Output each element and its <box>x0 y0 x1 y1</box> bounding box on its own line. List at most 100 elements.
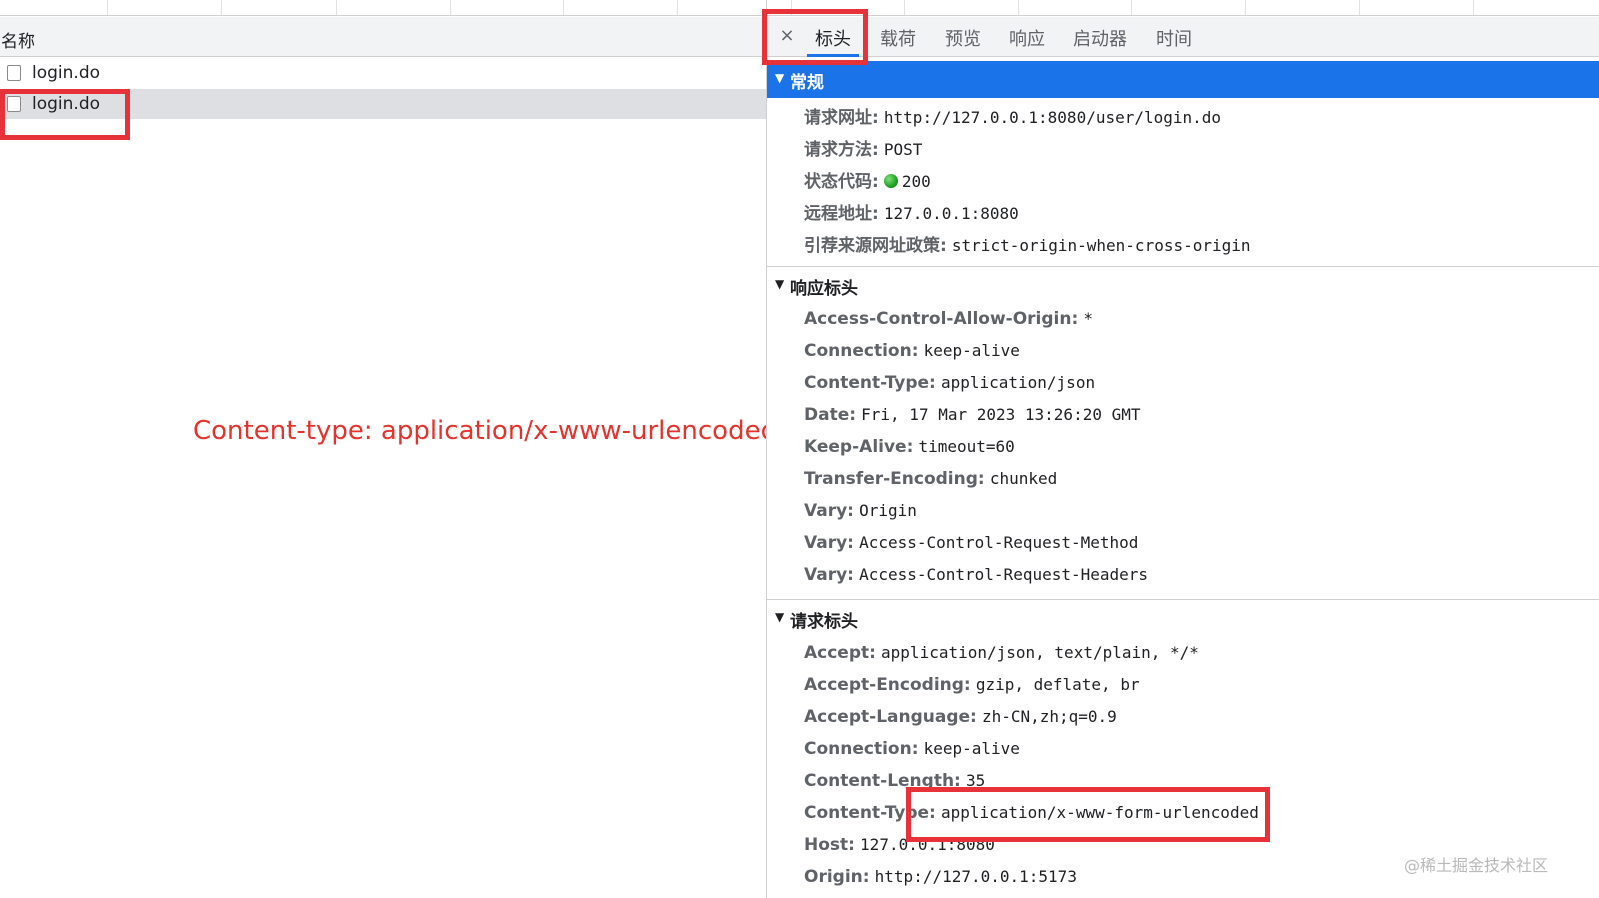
active-tab-indicator <box>807 54 859 57</box>
timeline-tick <box>1131 0 1132 15</box>
tab-initiator[interactable]: 启动器 <box>1073 25 1127 51</box>
document-icon <box>7 65 21 81</box>
header-key: Content-Type: <box>804 373 936 393</box>
header-key: 引荐来源网址政策: <box>804 236 947 256</box>
tab-response[interactable]: 响应 <box>1009 25 1045 51</box>
header-value[interactable]: keep-alive <box>924 739 1020 758</box>
timeline-tick <box>107 0 108 15</box>
response-header-row: Transfer-Encoding: chunked <box>804 469 1057 495</box>
caret-down-icon: ▼ <box>775 610 785 624</box>
watermark: @稀土掘金技术社区 <box>1404 856 1549 875</box>
timeline-tick <box>1018 0 1019 15</box>
request-details-panel: × 标头 载荷 预览 响应 启动器 时间 ▼ 常规 请求网址: http://1… <box>767 0 1599 898</box>
header-key: Vary: <box>804 501 854 521</box>
request-name: login.do <box>32 94 101 114</box>
request-header-row: Accept-Language: zh-CN,zh;q=0.9 <box>804 707 1117 733</box>
header-key: Host: <box>804 835 855 855</box>
request-name: login.do <box>32 63 101 83</box>
section-general-header[interactable]: ▼ 常规 <box>767 61 1599 98</box>
request-row-selected[interactable]: login.do <box>0 89 766 119</box>
header-value[interactable]: keep-alive <box>924 341 1020 360</box>
caret-down-icon: ▼ <box>775 277 785 291</box>
section-title: 常规 <box>790 73 824 93</box>
request-header-row: Connection: keep-alive <box>804 739 1020 765</box>
section-request-headers-header[interactable]: ▼ 请求标头 <box>767 599 1599 636</box>
header-key: Connection: <box>804 739 919 759</box>
header-value[interactable]: timeout=60 <box>918 437 1014 456</box>
header-value[interactable]: 200 <box>902 172 931 191</box>
header-value[interactable]: POST <box>884 140 923 159</box>
header-value[interactable]: 35 <box>966 771 985 790</box>
tab-timing[interactable]: 时间 <box>1156 25 1192 51</box>
timeline-tick <box>221 0 222 15</box>
header-key: 请求网址: <box>804 108 879 128</box>
header-value[interactable]: Origin <box>859 501 917 520</box>
header-value[interactable]: gzip, deflate, br <box>976 675 1140 694</box>
caret-down-icon: ▼ <box>775 71 785 85</box>
header-value[interactable]: http://127.0.0.1:8080/user/login.do <box>884 108 1221 127</box>
header-key: 请求方法: <box>804 140 879 160</box>
general-row: 引荐来源网址政策: strict-origin-when-cross-origi… <box>804 231 1251 257</box>
tab-headers[interactable]: 标头 <box>815 25 851 51</box>
tab-payload[interactable]: 载荷 <box>880 25 916 51</box>
header-value[interactable]: application/x-www-form-urlencoded <box>941 803 1259 822</box>
header-key: Accept-Language: <box>804 707 977 727</box>
header-value[interactable]: * <box>1083 309 1093 328</box>
timeline-overview <box>767 0 1599 16</box>
header-value[interactable]: zh-CN,zh;q=0.9 <box>982 707 1117 726</box>
document-icon <box>7 96 21 112</box>
general-row: 请求网址: http://127.0.0.1:8080/user/login.d… <box>804 103 1221 129</box>
header-key: Accept: <box>804 643 876 663</box>
timeline-tick <box>450 0 451 15</box>
header-value[interactable]: 127.0.0.1:8080 <box>884 204 1019 223</box>
header-value[interactable]: application/json, text/plain, */* <box>881 643 1199 662</box>
header-key: Origin: <box>804 867 870 887</box>
header-value[interactable]: chunked <box>990 469 1057 488</box>
timeline-tick <box>563 0 564 15</box>
request-header-row: Content-Length: 35 <box>804 771 985 797</box>
header-value[interactable]: Fri, 17 Mar 2023 13:26:20 GMT <box>861 405 1140 424</box>
header-value[interactable]: strict-origin-when-cross-origin <box>952 236 1251 255</box>
header-key: Content-Type: <box>804 803 936 823</box>
timeline-tick <box>1359 0 1360 15</box>
response-header-row: Connection: keep-alive <box>804 341 1020 367</box>
header-key: 远程地址: <box>804 204 879 224</box>
header-key: Vary: <box>804 565 854 585</box>
requests-panel: 名称 login.do login.do Content-type: appli… <box>0 0 777 898</box>
header-key: Access-Control-Allow-Origin: <box>804 309 1079 329</box>
header-key: Content-Length: <box>804 771 961 791</box>
general-row: 请求方法: POST <box>804 135 922 161</box>
timeline-tick <box>791 0 792 15</box>
response-header-row: Vary: Access-Control-Request-Headers <box>804 565 1148 591</box>
response-header-row: Access-Control-Allow-Origin: * <box>804 309 1093 335</box>
request-header-row: Content-Type: application/x-www-form-url… <box>804 803 1259 829</box>
request-header-row: Host: 127.0.0.1:8080 <box>804 835 995 861</box>
timeline-tick <box>336 0 337 15</box>
header-key: Vary: <box>804 533 854 553</box>
section-response-headers-header[interactable]: ▼ 响应标头 <box>767 266 1599 303</box>
header-key: Transfer-Encoding: <box>804 469 985 489</box>
name-column-header[interactable]: 名称 <box>0 17 766 57</box>
tab-preview[interactable]: 预览 <box>945 25 981 51</box>
response-header-row: Date: Fri, 17 Mar 2023 13:26:20 GMT <box>804 405 1141 431</box>
request-header-row: Origin: http://127.0.0.1:5173 <box>804 867 1077 893</box>
header-value[interactable]: Access-Control-Request-Headers <box>859 565 1148 584</box>
request-row[interactable]: login.do <box>0 58 766 88</box>
name-column-label: 名称 <box>1 32 35 52</box>
header-key: Connection: <box>804 341 919 361</box>
close-icon[interactable]: × <box>777 25 797 47</box>
response-header-row: Vary: Origin <box>804 501 917 527</box>
response-header-row: Vary: Access-Control-Request-Method <box>804 533 1138 559</box>
request-header-row: Accept: application/json, text/plain, */… <box>804 643 1199 669</box>
header-key: 状态代码: <box>804 172 879 192</box>
header-value[interactable]: http://127.0.0.1:5173 <box>875 867 1077 886</box>
timeline-overview[interactable] <box>0 0 766 16</box>
header-key: Accept-Encoding: <box>804 675 971 695</box>
status-ok-icon <box>883 174 898 188</box>
general-row: 状态代码: 200 <box>804 167 931 193</box>
details-tab-bar: × 标头 载荷 预览 响应 启动器 时间 <box>767 17 1599 57</box>
timeline-tick <box>677 0 678 15</box>
header-value[interactable]: 127.0.0.1:8080 <box>860 835 995 854</box>
header-value[interactable]: Access-Control-Request-Method <box>859 533 1138 552</box>
header-value[interactable]: application/json <box>941 373 1095 392</box>
